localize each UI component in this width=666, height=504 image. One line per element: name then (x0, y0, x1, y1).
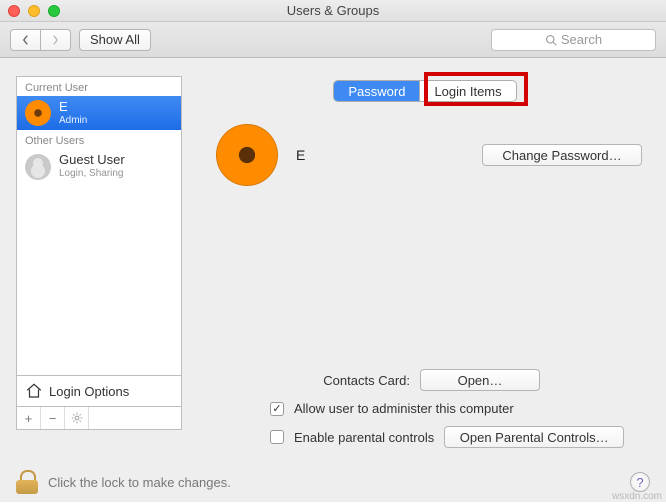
open-parental-controls-button[interactable]: Open Parental Controls… (444, 426, 624, 448)
titlebar: Users & Groups (0, 0, 666, 22)
settings: Contacts Card: Open… Allow user to admin… (240, 369, 642, 448)
sidebar-item-current-user[interactable]: E Admin (17, 96, 181, 130)
window-title: Users & Groups (0, 3, 666, 18)
footer: Click the lock to make changes. ? (0, 462, 666, 502)
user-role: Admin (59, 115, 87, 127)
actions-menu-button[interactable] (65, 407, 89, 429)
open-contacts-button[interactable]: Open… (420, 369, 540, 391)
watermark: wsxdn.com (612, 491, 662, 502)
tab-login-items[interactable]: Login Items (419, 81, 515, 101)
allow-admin-checkbox[interactable] (270, 402, 284, 416)
gear-icon (70, 411, 84, 425)
login-options-label: Login Options (49, 384, 129, 399)
user-header: E Change Password… (216, 124, 642, 186)
login-options-button[interactable]: Login Options (16, 376, 182, 406)
lock-text: Click the lock to make changes. (48, 475, 231, 490)
tab-password[interactable]: Password (334, 81, 419, 101)
display-name: E (296, 147, 307, 163)
back-button[interactable] (10, 29, 40, 51)
parental-controls-label: Enable parental controls (294, 430, 434, 445)
user-list: Current User E Admin Other Users Guest U… (16, 76, 182, 376)
user-text: Guest User Login, Sharing (59, 153, 125, 179)
toolbar: Show All Search (0, 22, 666, 58)
tabs: Password Login Items (208, 80, 642, 102)
other-users-header: Other Users (17, 130, 181, 149)
user-sub: Login, Sharing (59, 168, 125, 180)
search-icon (545, 34, 557, 46)
remove-user-button[interactable]: − (41, 407, 65, 429)
nav-buttons (10, 29, 71, 51)
sidebar: Current User E Admin Other Users Guest U… (16, 76, 182, 456)
forward-button[interactable] (40, 29, 71, 51)
allow-admin-label: Allow user to administer this computer (294, 401, 514, 416)
guest-avatar-icon (25, 154, 51, 180)
content: Current User E Admin Other Users Guest U… (0, 58, 666, 462)
chevron-right-icon (51, 34, 60, 46)
list-actions: + − (16, 406, 182, 430)
user-name: Guest User (59, 153, 125, 168)
home-icon (25, 382, 43, 400)
chevron-left-icon (21, 34, 30, 46)
search-placeholder: Search (561, 32, 602, 47)
parental-controls-checkbox[interactable] (270, 430, 284, 444)
avatar-icon (25, 100, 51, 126)
change-password-button[interactable]: Change Password… (482, 144, 642, 166)
add-user-button[interactable]: + (17, 407, 41, 429)
help-button[interactable]: ? (630, 472, 650, 492)
lock-icon[interactable] (16, 470, 38, 494)
avatar[interactable] (216, 124, 278, 186)
user-name: E (59, 100, 87, 115)
user-text: E Admin (59, 100, 87, 126)
current-user-header: Current User (17, 77, 181, 96)
search-input[interactable]: Search (491, 29, 656, 51)
show-all-button[interactable]: Show All (79, 29, 151, 51)
main-panel: Password Login Items E Change Password… … (200, 76, 650, 456)
sidebar-item-guest-user[interactable]: Guest User Login, Sharing (17, 149, 181, 183)
contacts-card-label: Contacts Card: (240, 373, 410, 388)
